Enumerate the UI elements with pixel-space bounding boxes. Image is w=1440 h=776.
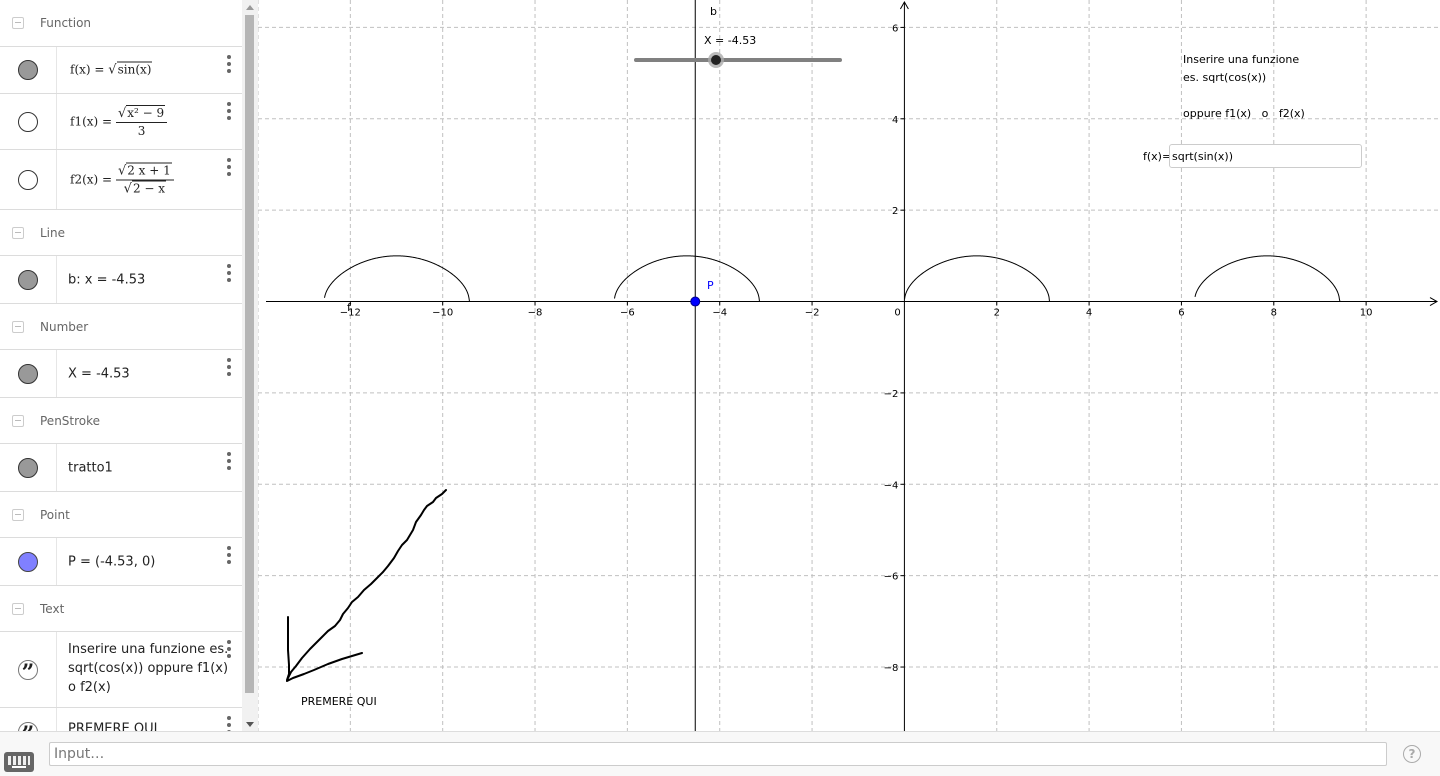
collapse-icon[interactable] [12, 321, 24, 333]
algebra-item-text2[interactable]: PREMERE QUI [0, 707, 242, 731]
point-P [690, 296, 701, 307]
instruction-line-2: es. sqrt(cos(x)) [1183, 71, 1267, 84]
fx-input-label: f(x)= [1143, 150, 1172, 163]
quote-icon[interactable] [18, 659, 38, 686]
algebra-item-tratto1[interactable]: tratto1 [0, 443, 242, 492]
slider-knob [711, 55, 721, 65]
algebra-panel: Function f(x) = √sin(x) f1(x) = √x² − 9 … [0, 0, 242, 731]
x-tick-label: 0 [894, 308, 900, 319]
y-tick-label: 4 [892, 115, 898, 126]
group-title: PenStroke [40, 414, 101, 428]
definition-tratto1: tratto1 [68, 460, 113, 475]
visibility-toggle-icon[interactable] [18, 363, 38, 384]
collapse-icon[interactable] [12, 603, 24, 615]
algebra-item-P[interactable]: P = (-4.53, 0) [0, 537, 242, 586]
keyboard-icon[interactable] [4, 752, 34, 772]
group-header-penstroke[interactable]: PenStroke [0, 398, 242, 444]
pen-stroke-tratto1 [286, 489, 447, 682]
definition-f: f(x) = √sin(x) [70, 61, 153, 78]
input-bar: ? [0, 731, 1440, 776]
group-header-number[interactable]: Number [0, 304, 242, 350]
x-tick-label: −6 [620, 308, 635, 319]
function-curve-f [324, 255, 1341, 302]
more-options-icon[interactable] [226, 716, 232, 731]
group-header-point[interactable]: Point [0, 492, 242, 538]
x-tick-label: 10 [1360, 308, 1373, 319]
algebra-input[interactable] [49, 742, 1387, 766]
algebra-item-X[interactable]: X = -4.53 [0, 349, 242, 398]
group-header-line[interactable]: Line [0, 210, 242, 256]
definition-text2: PREMERE QUI [68, 721, 158, 732]
function-label-f: f [347, 301, 351, 314]
more-options-icon[interactable] [226, 158, 232, 176]
definition-P: P = (-4.53, 0) [68, 554, 156, 569]
instruction-line-3: oppure f1(x) o f2(x) [1183, 107, 1305, 120]
group-header-function[interactable]: Function [0, 0, 242, 46]
visibility-toggle-icon[interactable] [18, 551, 38, 572]
algebra-item-text1[interactable]: Inserire una funzione es. sqrt(cos(x)) o… [0, 631, 242, 708]
x-tick-label: 6 [1178, 308, 1184, 319]
point-label-P: P [707, 279, 714, 292]
visibility-toggle-icon[interactable] [18, 60, 38, 80]
group-title: Function [40, 16, 92, 30]
collapse-icon[interactable] [12, 17, 24, 29]
algebra-item-f1[interactable]: f1(x) = √x² − 9 3 [0, 93, 242, 150]
collapse-icon[interactable] [12, 509, 24, 521]
scrollbar-thumb[interactable] [245, 15, 254, 693]
scroll-up-icon[interactable] [246, 5, 254, 10]
definition-f2: f2(x) = √2 x + 1 √2 − x [70, 162, 174, 196]
sqrt-symbol: √sin(x) [108, 61, 153, 78]
x-tick-label: 4 [1086, 308, 1092, 319]
definition-b: b: x = -4.53 [68, 272, 146, 287]
y-tick-label: −2 [884, 389, 899, 400]
more-options-icon[interactable] [226, 55, 232, 73]
x-tick-label: −4 [712, 308, 727, 319]
algebra-item-b[interactable]: b: x = -4.53 [0, 255, 242, 304]
more-options-icon[interactable] [226, 546, 232, 564]
line-label-b: b [710, 5, 717, 18]
visibility-toggle-icon[interactable] [18, 269, 38, 290]
x-tick-label: −2 [805, 308, 820, 319]
group-title: Point [40, 508, 70, 522]
x-tick-label: −8 [528, 308, 543, 319]
help-icon[interactable]: ? [1403, 745, 1421, 763]
group-title: Number [40, 320, 89, 334]
collapse-icon[interactable] [12, 227, 24, 239]
collapse-icon[interactable] [12, 415, 24, 427]
algebra-item-f2[interactable]: f2(x) = √2 x + 1 √2 − x [0, 149, 242, 210]
y-tick-label: −6 [884, 572, 899, 583]
algebra-item-f[interactable]: f(x) = √sin(x) [0, 46, 242, 94]
premere-qui-button[interactable]: PREMERE QUI [301, 695, 377, 708]
group-title: Text [40, 602, 65, 616]
x-tick-label: −10 [432, 308, 453, 319]
slider-label: X = -4.53 [704, 34, 757, 47]
group-header-text[interactable]: Text [0, 586, 242, 632]
more-options-icon[interactable] [226, 640, 232, 658]
more-options-icon[interactable] [226, 358, 232, 376]
algebra-scrollbar[interactable] [242, 0, 258, 731]
visibility-toggle-icon[interactable] [18, 169, 38, 190]
group-title: Line [40, 226, 66, 240]
instruction-line-1: Inserire una funzione [1183, 53, 1300, 66]
more-options-icon[interactable] [226, 452, 232, 470]
scroll-down-icon[interactable] [246, 722, 254, 727]
y-tick-label: 6 [892, 23, 898, 34]
quote-icon[interactable] [18, 721, 38, 731]
definition-f1: f1(x) = √x² − 9 3 [70, 104, 168, 138]
more-options-icon[interactable] [226, 264, 232, 282]
visibility-toggle-icon[interactable] [18, 457, 38, 478]
x-tick-label: 8 [1271, 308, 1277, 319]
definition-X: X = -4.53 [68, 366, 130, 381]
function-input-field[interactable] [1169, 144, 1362, 168]
x-tick-label: 2 [994, 308, 1000, 319]
more-options-icon[interactable] [226, 102, 232, 120]
definition-text1: Inserire una funzione es. sqrt(cos(x)) o… [68, 642, 229, 695]
y-tick-label: 2 [892, 206, 898, 217]
y-tick-label: −8 [884, 663, 899, 674]
y-tick-label: −4 [884, 480, 899, 491]
visibility-toggle-icon[interactable] [18, 111, 38, 132]
graphics-view[interactable]: −12 −10 −8 −6 −4 −2 0 2 4 6 8 10 6 4 2 −2 −4 −6 −8 X = -4.… [258, 0, 1440, 731]
